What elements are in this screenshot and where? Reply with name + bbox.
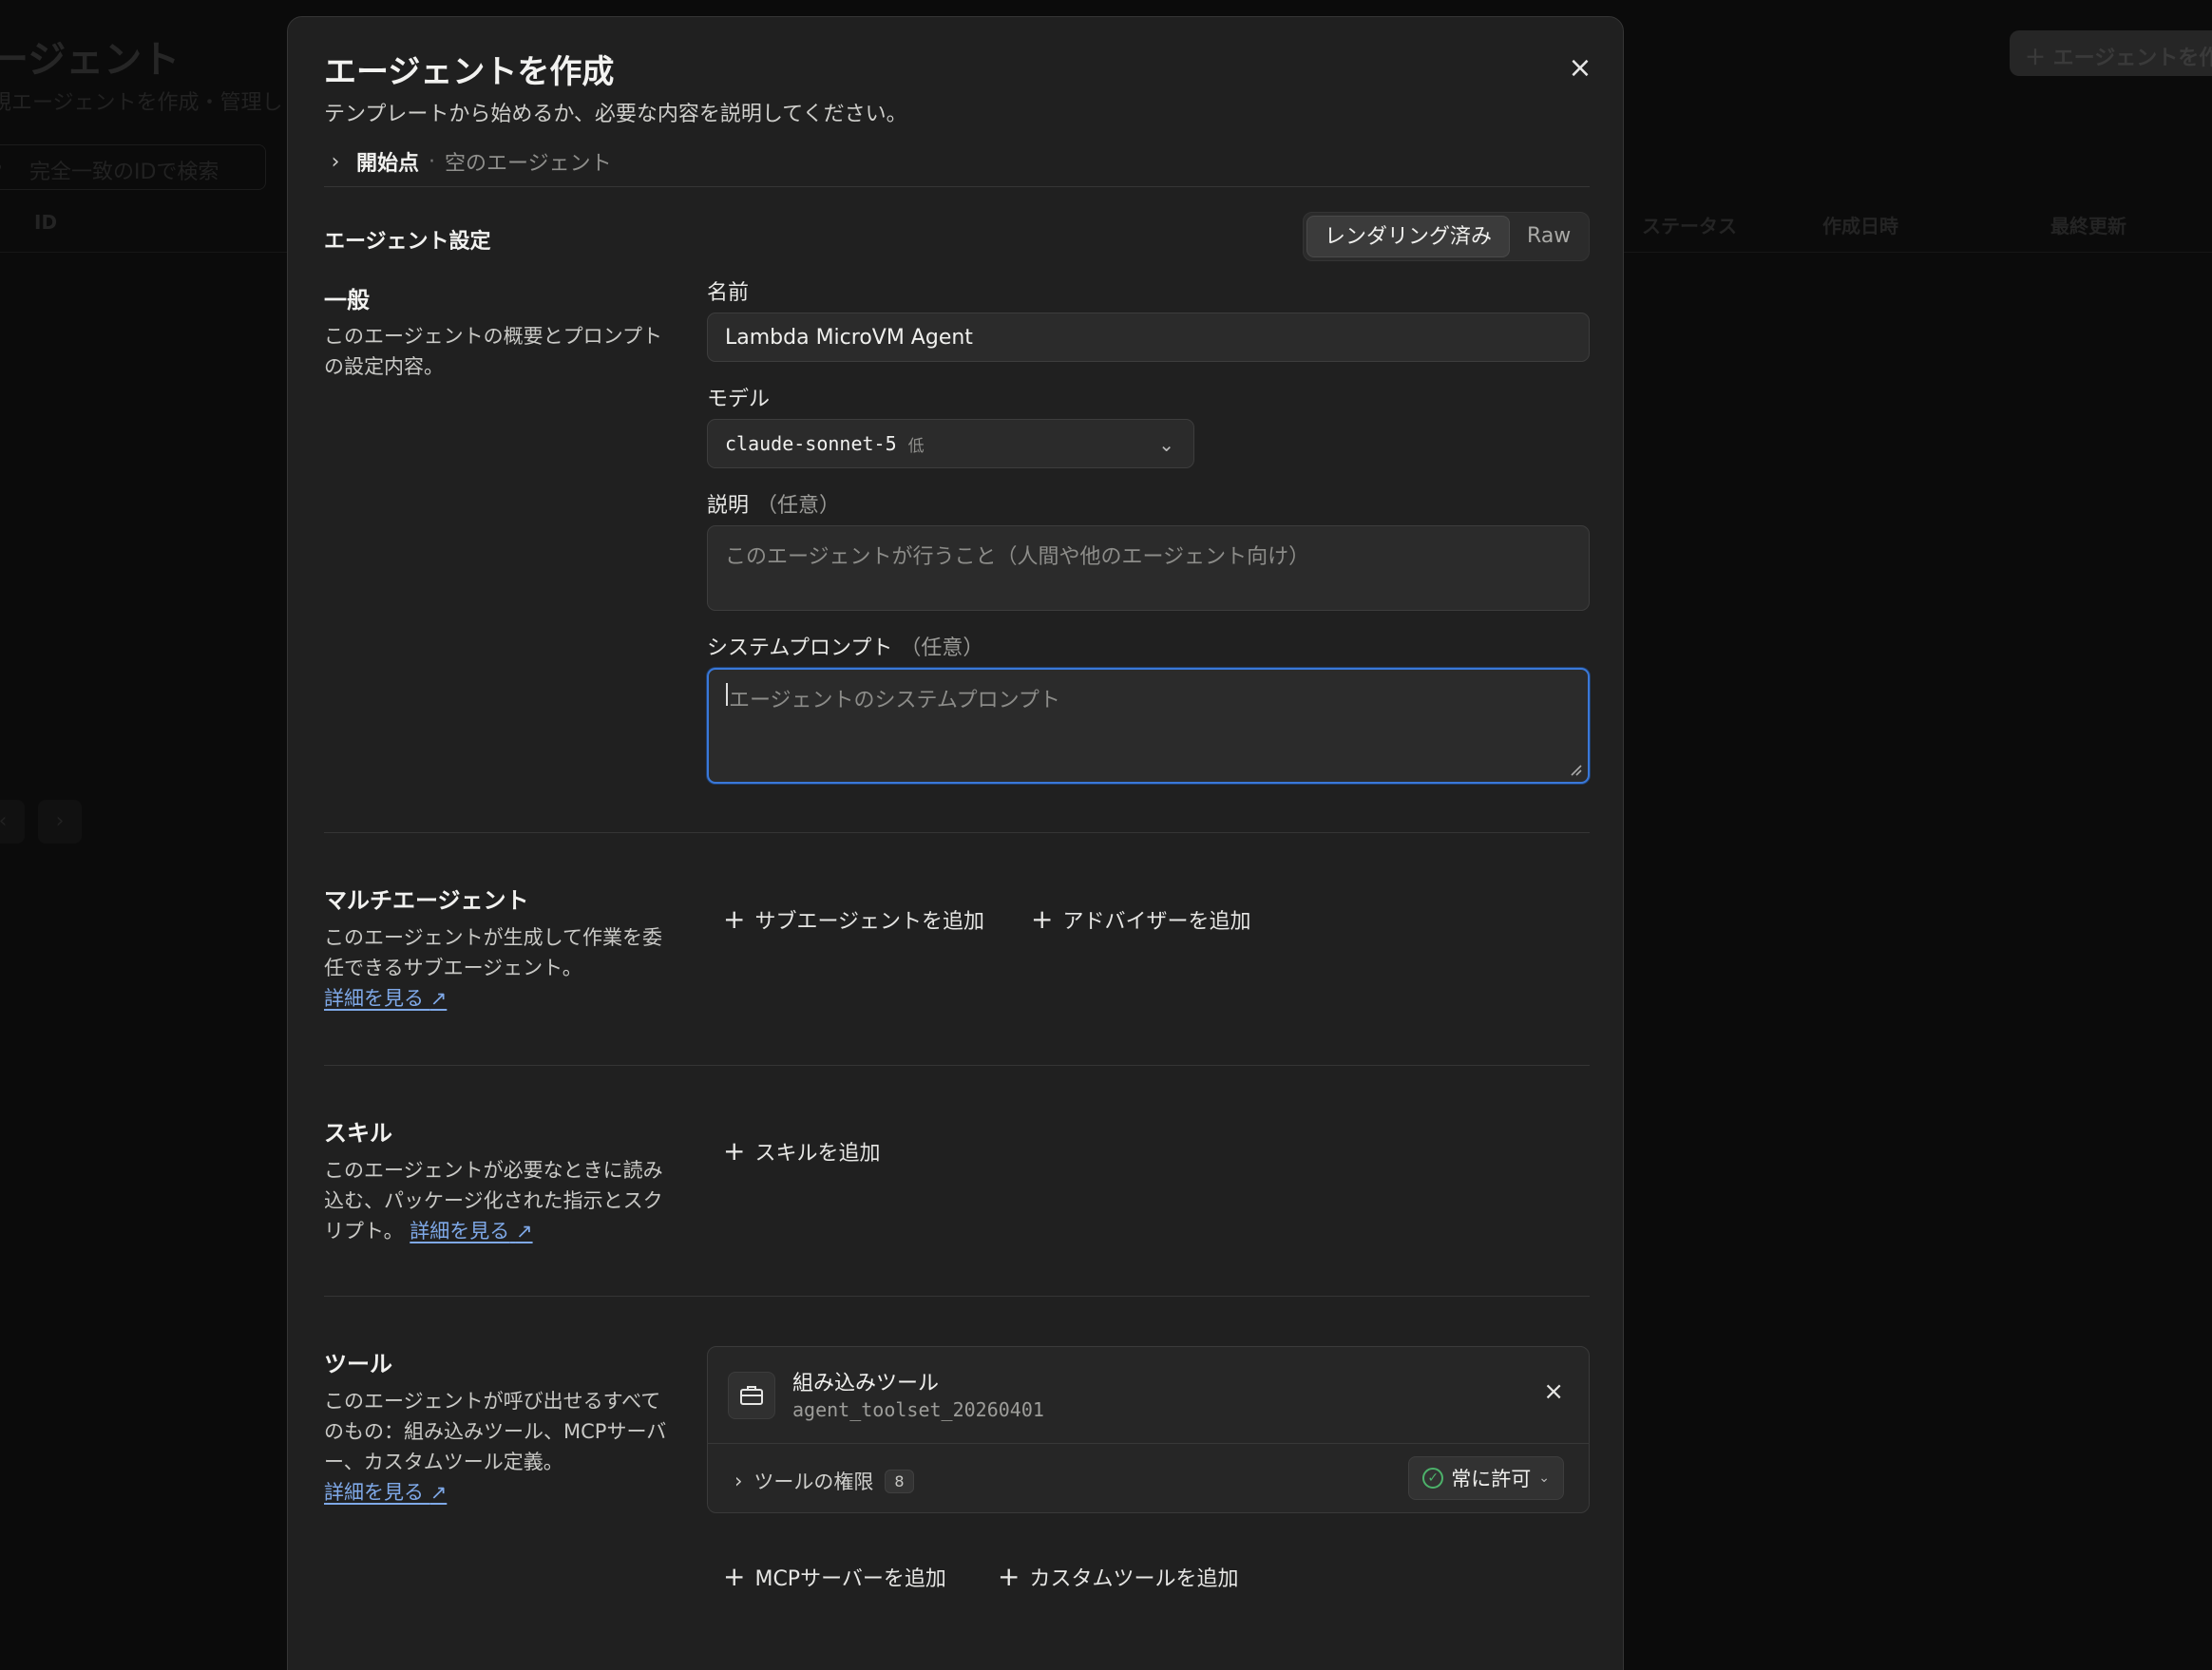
- model-value: claude-sonnet-5: [725, 432, 897, 455]
- general-description: このエージェントの概要とプロンプトの設定内容。: [324, 325, 662, 378]
- name-value: Lambda MicroVM Agent: [725, 325, 973, 350]
- chevron-right-icon: ›: [734, 1470, 743, 1492]
- name-input[interactable]: Lambda MicroVM Agent: [707, 313, 1590, 362]
- plus-icon: +: [723, 1561, 746, 1592]
- optional-tag: （任意）: [756, 494, 841, 518]
- optional-tag: （任意）: [900, 636, 984, 660]
- tools-title: ツール: [324, 1351, 392, 1377]
- briefcase-icon: [728, 1372, 775, 1419]
- divider: [324, 1296, 1590, 1297]
- create-agent-modal: エージェントを作成 テンプレートから始めるか、必要な内容を説明してください。 ×…: [287, 16, 1624, 1670]
- permission-policy-select[interactable]: ✓ 常に許可 ⌄: [1408, 1456, 1564, 1500]
- add-subagent-button[interactable]: + サブエージェントを追加: [723, 904, 984, 935]
- plus-icon: +: [998, 1561, 1020, 1592]
- bg-new-agent-button: ＋ エージェントを作: [2010, 30, 2212, 76]
- skills-description: このエージェントが必要なときに読み込む、パッケージ化された指示とスクリプト。 詳…: [324, 1159, 663, 1243]
- bg-next-icon: ›: [38, 800, 82, 844]
- chevron-right-icon: ›: [331, 149, 340, 174]
- bg-col-created: 作成日時: [1822, 215, 1898, 237]
- resize-handle-icon[interactable]: [1567, 761, 1582, 776]
- name-label: 名前: [707, 281, 750, 305]
- policy-value: 常に許可: [1451, 1468, 1532, 1490]
- skills-learn-more-link[interactable]: 詳細を見る ↗: [410, 1220, 532, 1243]
- arrow-up-right-icon: ↗: [515, 1220, 533, 1243]
- add-skill-button[interactable]: + スキルを追加: [723, 1136, 880, 1167]
- bg-search-placeholder: 完全一致のIDで検索: [29, 161, 219, 184]
- multi-agent-learn-more-link[interactable]: 詳細を見る ↗: [324, 987, 447, 1010]
- text-caret: [726, 683, 728, 706]
- arrow-up-right-icon: ↗: [429, 1481, 448, 1504]
- arrow-up-right-icon: ↗: [429, 987, 448, 1010]
- chevron-down-icon: ⌄: [1158, 433, 1174, 456]
- multi-agent-description: このエージェントが生成して作業を委任できるサブエージェント。 詳細を見る ↗: [324, 926, 662, 1010]
- bg-page-title: ージェント: [0, 38, 181, 82]
- close-icon[interactable]: ×: [1561, 49, 1599, 87]
- builtin-tools-card: 組み込みツール agent_toolset_20260401 × › ツールの権…: [707, 1346, 1590, 1513]
- breadcrumb-label: 開始点: [356, 152, 420, 176]
- system-prompt-label: システムプロンプト （任意）: [707, 636, 984, 660]
- add-mcp-server-button[interactable]: + MCPサーバーを追加: [723, 1562, 946, 1592]
- add-advisor-button[interactable]: + アドバイザーを追加: [1031, 904, 1250, 935]
- bg-page-subtitle: 規エージェントを作成・管理し: [0, 91, 283, 115]
- bg-col-id: ID: [34, 211, 58, 234]
- general-title: 一般: [324, 287, 370, 313]
- multi-agent-title: マルチエージェント: [324, 887, 529, 914]
- divider: [708, 1443, 1589, 1444]
- check-circle-icon: ✓: [1422, 1468, 1444, 1489]
- skills-title: スキル: [324, 1120, 392, 1147]
- description-label: 説明 （任意）: [707, 494, 841, 518]
- model-tag: 低: [907, 436, 925, 456]
- permissions-label: ツールの権限: [753, 1471, 874, 1493]
- model-label: モデル: [707, 388, 771, 411]
- tool-name: 組み込みツール: [792, 1372, 940, 1395]
- tools-learn-more-link[interactable]: 詳細を見る ↗: [324, 1481, 447, 1504]
- model-select[interactable]: claude-sonnet-5 低 ⌄: [707, 419, 1194, 468]
- description-textarea[interactable]: このエージェントが行うこと（人間や他のエージェント向け）: [707, 525, 1590, 611]
- plus-icon: +: [1031, 903, 1054, 935]
- bg-search-input: ⌕ 完全一致のIDで検索: [0, 144, 266, 190]
- search-icon: ⌕: [0, 155, 3, 179]
- breadcrumb-separator: ·: [429, 149, 436, 174]
- divider: [324, 832, 1590, 833]
- bg-prev-icon: ‹: [0, 800, 25, 844]
- tools-description: このエージェントが呼び出せるすべてのもの：組み込みツール、MCPサーバー、カスタ…: [324, 1390, 667, 1504]
- system-prompt-placeholder: エージェントのシステムプロンプト: [729, 689, 1060, 712]
- toggle-raw[interactable]: Raw: [1510, 216, 1588, 257]
- plus-icon: +: [723, 903, 746, 935]
- add-custom-tool-button[interactable]: + カスタムツールを追加: [998, 1562, 1238, 1592]
- breadcrumb-value: 空のエージェント: [445, 152, 612, 176]
- system-prompt-textarea[interactable]: エージェントのシステムプロンプト: [707, 668, 1590, 784]
- bg-col-updated: 最終更新: [2050, 215, 2126, 237]
- modal-subtitle: テンプレートから始めるか、必要な内容を説明してください。: [324, 103, 907, 126]
- tool-id: agent_toolset_20260401: [792, 1398, 1044, 1421]
- divider: [324, 186, 1590, 187]
- modal-title: エージェントを作成: [324, 53, 615, 91]
- plus-icon: +: [723, 1135, 746, 1167]
- remove-tool-close-icon[interactable]: ×: [1543, 1377, 1564, 1406]
- description-placeholder: このエージェントが行うこと（人間や他のエージェント向け）: [725, 545, 1310, 569]
- agent-settings-heading: エージェント設定: [324, 230, 491, 254]
- chevron-down-icon: ⌄: [1538, 1471, 1550, 1486]
- bg-col-status: ステータス: [1642, 215, 1737, 237]
- permissions-count-badge: 8: [885, 1469, 914, 1493]
- toggle-rendered[interactable]: レンダリング済み: [1306, 216, 1511, 257]
- view-mode-toggle: レンダリング済み Raw: [1303, 212, 1590, 261]
- tool-permissions-toggle[interactable]: › ツールの権限 8: [734, 1467, 914, 1495]
- divider: [324, 1065, 1590, 1066]
- starting-point-breadcrumb[interactable]: › 開始点 · 空のエージェント: [324, 146, 612, 177]
